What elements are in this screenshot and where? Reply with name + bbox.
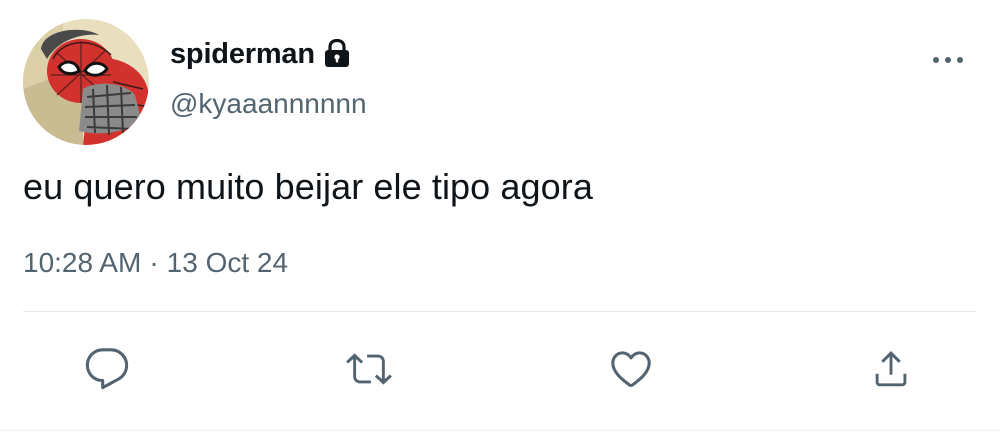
author-handle[interactable]: @kyaaannnnnn	[170, 88, 367, 120]
share-upload-icon	[875, 350, 907, 387]
spiderman-avatar-icon	[23, 19, 149, 145]
more-options-button[interactable]	[928, 48, 968, 72]
lock-icon	[323, 38, 351, 69]
tweet-text: eu quero muito beijar ele tipo agora	[23, 166, 593, 207]
divider	[23, 311, 976, 312]
avatar[interactable]	[23, 19, 149, 145]
meta-separator: ·	[149, 247, 159, 278]
bottom-divider	[0, 430, 1000, 431]
retweet-arrows-icon	[346, 353, 392, 385]
retweet-button[interactable]	[344, 344, 394, 394]
reply-button[interactable]	[82, 344, 132, 394]
tweet-date[interactable]: 13 Oct 24	[167, 247, 288, 279]
author-name-row: spiderman	[170, 34, 351, 74]
ellipsis-icon	[933, 57, 963, 63]
display-name[interactable]: spiderman	[170, 38, 315, 71]
action-bar	[0, 344, 1000, 394]
share-button[interactable]	[866, 344, 916, 394]
speech-bubble-icon	[85, 348, 129, 390]
like-button[interactable]	[606, 344, 656, 394]
tweet-timestamp: 10:28 AM · 13 Oct 24	[23, 247, 288, 279]
heart-icon	[611, 351, 651, 388]
tweet-time[interactable]: 10:28 AM	[23, 247, 141, 279]
